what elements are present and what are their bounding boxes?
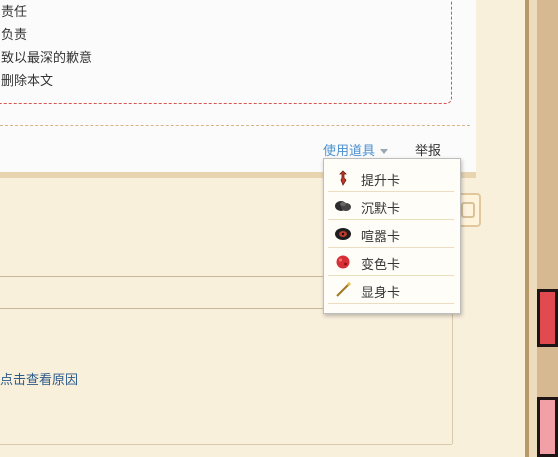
noise-card-icon [334,226,352,242]
divider [0,444,452,445]
promote-card-icon [334,170,352,186]
dashed-divider [0,125,470,126]
dropdown-item-reveal[interactable]: 显身卡 [328,277,454,304]
dropdown-item-label: 喧嚣卡 [361,230,401,245]
decorative-rail [537,0,558,457]
dropdown-item-label: 变色卡 [361,258,401,273]
silence-card-icon [334,198,352,214]
dropdown-item-label: 显身卡 [361,286,401,301]
notice-line-1: 责任 [1,5,28,20]
side-strip [476,0,530,457]
use-item-label: 使用道具 [323,144,376,159]
decorative-block [537,397,558,457]
chevron-down-icon [380,149,389,154]
view-reason-link[interactable]: 点击查看原因 [0,369,78,388]
decorative-block [537,289,558,347]
use-item-dropdown: 提升卡 沉默卡 喧嚣卡 变色卡 显身卡 [323,158,461,314]
notice-line-2: 负责 [1,28,28,43]
report-button[interactable]: 举报 [415,140,441,159]
color-card-icon [334,254,352,270]
post-content-area: 责任 负责 致以最深的歉意 删除本文 使用道具 举报 [0,0,476,172]
decorative-rail [529,0,537,457]
dropdown-item-promote[interactable]: 提升卡 [328,165,454,192]
notice-line-4: 删除本文 [1,74,54,89]
dropdown-item-noise[interactable]: 喧嚣卡 [328,221,454,248]
dropdown-item-silence[interactable]: 沉默卡 [328,193,454,220]
notice-box: 责任 负责 致以最深的歉意 删除本文 [0,0,452,104]
use-item-button[interactable]: 使用道具 [323,140,389,159]
dropdown-item-color[interactable]: 变色卡 [328,249,454,276]
dropdown-item-label: 沉默卡 [361,202,401,217]
notice-line-3: 致以最深的歉意 [1,51,93,66]
dropdown-item-label: 提升卡 [361,174,401,189]
reveal-card-icon [334,282,352,298]
